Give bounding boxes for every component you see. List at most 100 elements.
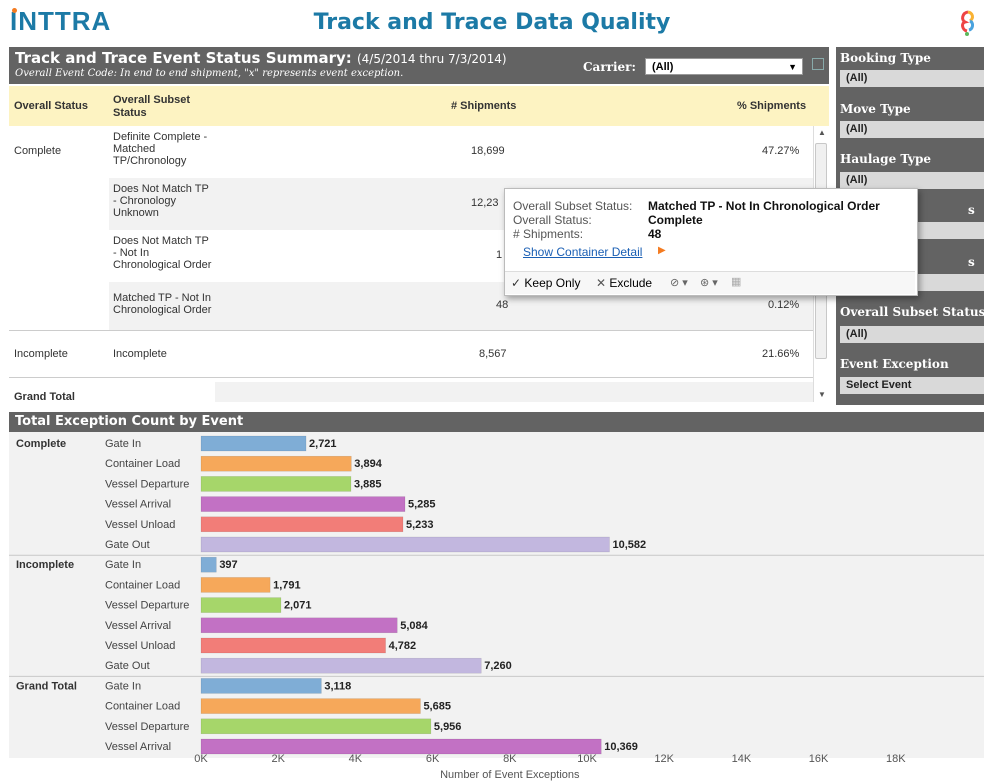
event-label: Vessel Departure bbox=[105, 478, 189, 490]
data-label: 5,084 bbox=[400, 620, 428, 632]
bar[interactable] bbox=[200, 536, 610, 553]
event-label: Gate Out bbox=[105, 539, 150, 551]
cell-subset: Matched TP - Not In Chronological Order bbox=[113, 292, 212, 316]
tooltip-popup: Overall Subset Status: Matched TP - Not … bbox=[504, 188, 918, 296]
summary-header: Track and Trace Event Status Summary: (4… bbox=[9, 47, 829, 84]
exception-bar-chart: Complete Gate In 2,721 Container Load 3,894 V… bbox=[9, 435, 984, 781]
carrier-label: Carrier: bbox=[583, 60, 636, 74]
filter-value: (All) bbox=[846, 72, 868, 84]
scroll-up-icon[interactable]: ▲ bbox=[818, 128, 826, 137]
filter-move-type[interactable]: (All) bbox=[840, 121, 984, 138]
cell-subset: Does Not Match TP - Not In Chronological… bbox=[113, 235, 212, 271]
filter-booking-type[interactable]: (All) bbox=[840, 70, 984, 87]
keep-only-button[interactable]: ✓ Keep Only bbox=[511, 276, 580, 290]
bar[interactable] bbox=[200, 657, 482, 674]
event-label: Vessel Departure bbox=[105, 721, 189, 733]
col-header-overall-status[interactable]: Overall Status bbox=[9, 86, 109, 126]
event-label: Vessel Arrival bbox=[105, 499, 171, 511]
summary-table-header: Overall Status Overall Subset Status # S… bbox=[9, 86, 829, 126]
bar[interactable] bbox=[200, 597, 282, 613]
x-tick-label: 12K bbox=[654, 753, 674, 765]
col-header-shipments[interactable]: # Shipments % Shipments bbox=[217, 86, 829, 126]
event-label: Gate Out bbox=[105, 660, 150, 672]
cell-pct: 21.66% bbox=[762, 348, 800, 360]
cell-status: Complete bbox=[14, 145, 62, 157]
data-label: 3,885 bbox=[354, 478, 382, 490]
filter-label-partial: s bbox=[968, 203, 975, 217]
filter-label-move-type: Move Type bbox=[840, 102, 911, 116]
chart-title: Total Exception Count by Event bbox=[15, 414, 244, 429]
cell-shipments: 8,567 bbox=[479, 348, 507, 360]
grand-total-cells bbox=[215, 382, 813, 402]
x-tick-label: 16K bbox=[809, 753, 829, 765]
bar[interactable] bbox=[200, 496, 406, 512]
bar[interactable] bbox=[200, 698, 421, 714]
data-label: 5,685 bbox=[423, 701, 451, 713]
chevron-down-icon: ▼ bbox=[788, 62, 797, 72]
event-label: Container Load bbox=[105, 701, 180, 713]
scroll-down-icon[interactable]: ▼ bbox=[818, 390, 826, 399]
filter-event-exception[interactable]: Select Event bbox=[840, 377, 984, 394]
filter-value: (All) bbox=[846, 174, 868, 186]
filter-value: (All) bbox=[846, 328, 868, 340]
x-tick-label: 10K bbox=[577, 753, 597, 765]
data-label: 7,260 bbox=[484, 660, 512, 672]
filter-overall-subset-status[interactable]: (All) bbox=[840, 326, 984, 343]
view-data-icon[interactable]: ▦ bbox=[731, 275, 741, 288]
tooltip-subset-value: Matched TP - Not In Chronological Order bbox=[648, 199, 880, 213]
data-label: 2,071 bbox=[284, 600, 312, 612]
bar[interactable] bbox=[200, 455, 352, 472]
bar[interactable] bbox=[200, 617, 398, 634]
x-tick-label: 6K bbox=[426, 753, 440, 765]
group-members-icon[interactable]: ⊘ ▾ bbox=[670, 276, 688, 289]
bar[interactable] bbox=[200, 738, 602, 755]
x-tick-label: 8K bbox=[503, 753, 517, 765]
cell-shipments: 12,23 bbox=[471, 197, 499, 209]
bar[interactable] bbox=[200, 718, 432, 735]
event-label: Container Load bbox=[105, 579, 180, 591]
table-row-grand-total[interactable]: Grand Total bbox=[9, 382, 813, 403]
data-label: 3,118 bbox=[324, 680, 351, 692]
data-label: 5,285 bbox=[408, 499, 436, 511]
bar[interactable] bbox=[200, 435, 307, 452]
filter-label-overall-subset-status: Overall Subset Status bbox=[840, 305, 984, 319]
event-label: Gate In bbox=[105, 559, 141, 571]
group-label: Grand Total bbox=[16, 680, 77, 692]
bar[interactable] bbox=[200, 577, 271, 593]
cell-status: Grand Total bbox=[14, 391, 75, 403]
filter-value: (All) bbox=[846, 123, 868, 135]
col-header-subset-status[interactable]: Overall Subset Status bbox=[109, 86, 217, 126]
bar[interactable] bbox=[200, 476, 352, 492]
cell-pct: 47.27% bbox=[762, 145, 800, 157]
cell-shipments: 48 bbox=[496, 299, 509, 311]
arrow-right-icon: ▶ bbox=[658, 245, 666, 256]
filter-label-haulage-type: Haulage Type bbox=[840, 152, 931, 166]
bar[interactable] bbox=[200, 678, 322, 694]
group-label: Complete bbox=[16, 438, 66, 450]
bar[interactable] bbox=[200, 637, 386, 654]
check-icon: ✓ bbox=[511, 276, 522, 290]
data-label: 5,233 bbox=[406, 519, 434, 531]
exclude-button[interactable]: ✕ Exclude bbox=[596, 276, 652, 290]
reset-filter-icon[interactable] bbox=[812, 58, 824, 70]
table-row[interactable]: Incomplete Incomplete 8,567 21.66% bbox=[9, 331, 813, 377]
col-label: % Shipments bbox=[737, 100, 807, 112]
bar[interactable] bbox=[200, 556, 217, 573]
show-container-detail-link[interactable]: Show Container Detail bbox=[523, 245, 642, 259]
table-row[interactable]: Complete Definite Complete - Matched TP/… bbox=[9, 126, 813, 178]
brand-swirl-icon bbox=[961, 10, 974, 36]
x-tick-label: 4K bbox=[349, 753, 363, 765]
bar[interactable] bbox=[200, 516, 404, 533]
event-label: Vessel Arrival bbox=[105, 741, 171, 753]
set-icon[interactable]: ⊛ ▾ bbox=[700, 276, 718, 289]
data-label: 10,582 bbox=[612, 539, 646, 551]
tooltip-subset-key: Overall Subset Status: bbox=[513, 199, 633, 213]
filter-value: Select Event bbox=[846, 379, 912, 391]
cell-subset: Definite Complete - Matched TP/Chronolog… bbox=[113, 131, 208, 167]
summary-title-text: Track and Trace Event Status Summary: bbox=[15, 49, 352, 67]
carrier-dropdown[interactable]: (All) ▼ bbox=[645, 58, 803, 75]
event-label: Gate In bbox=[105, 680, 141, 692]
cell-subset: Incomplete bbox=[113, 348, 167, 360]
filter-haulage-type[interactable]: (All) bbox=[840, 172, 984, 189]
data-label: 3,894 bbox=[354, 458, 382, 470]
